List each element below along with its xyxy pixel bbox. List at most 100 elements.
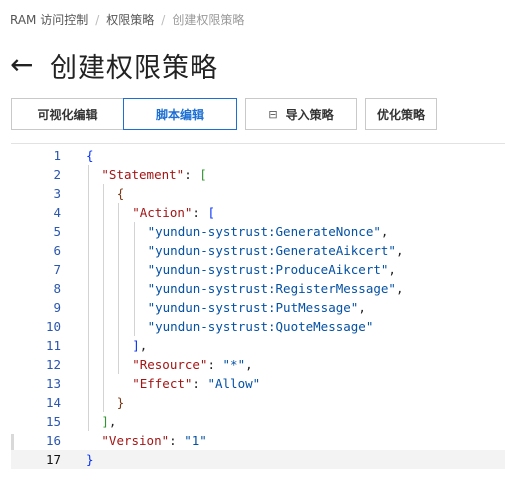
code-text: { (86, 146, 94, 165)
code-token: } (86, 452, 94, 467)
line-number: 16 (45, 433, 61, 448)
line-number: 8 (53, 281, 61, 296)
code-token: "yundun-systrust:PutMessage" (147, 300, 359, 315)
line-number: 17 (45, 452, 61, 467)
page-title: 创建权限策略 (50, 52, 218, 84)
code-token: [ (207, 205, 215, 220)
code-text: "yundun-systrust:PutMessage", (148, 298, 366, 317)
tab-visual-editor[interactable]: 可视化编辑 (11, 98, 124, 130)
line-number: 12 (45, 357, 61, 372)
indent-guide (118, 203, 119, 374)
line-number: 5 (53, 224, 61, 239)
code-text: "yundun-systrust:RegisterMessage", (148, 279, 404, 298)
code-line[interactable]: 15], (11, 412, 505, 431)
code-text: "Statement": [ (101, 165, 206, 184)
code-token: , (358, 300, 366, 315)
code-line[interactable]: 7 "yundun-systrust:ProduceAikcert", (11, 260, 505, 279)
code-token: : (192, 205, 208, 220)
code-token: : (192, 376, 208, 391)
code-token: "Effect" (132, 376, 193, 391)
code-text: { (117, 184, 125, 203)
code-token: "Allow" (207, 376, 261, 391)
indent-guide (88, 165, 89, 431)
code-line[interactable]: 5 "yundun-systrust:GenerateNonce", (11, 222, 505, 241)
breadcrumb-item-ram[interactable]: RAM 访问控制 (10, 13, 88, 27)
code-text: "yundun-systrust:GenerateAikcert", (148, 241, 404, 260)
code-line[interactable]: 1{ (11, 146, 505, 165)
code-token: ] (101, 414, 109, 429)
code-line[interactable]: 12 "Resource": "*", (11, 355, 505, 374)
code-text: "yundun-systrust:QuoteMessage" (148, 317, 374, 336)
code-text: "Version": "1" (101, 431, 206, 450)
page-header: ← 创建权限策略 (10, 45, 218, 85)
code-token: , (395, 281, 404, 296)
code-line[interactable]: 9 "yundun-systrust:PutMessage", (11, 298, 505, 317)
code-token: : (207, 357, 223, 372)
code-line[interactable]: 10 "yundun-systrust:QuoteMessage" (11, 317, 505, 336)
breadcrumb-item-policies[interactable]: 权限策略 (106, 13, 154, 27)
code-line[interactable]: 16 "Version": "1" (11, 431, 505, 450)
line-number: 7 (53, 262, 61, 277)
code-text: ], (132, 336, 147, 355)
optimize-policy-button[interactable]: 优化策略 (365, 98, 437, 130)
line-number: 1 (53, 148, 61, 163)
import-icon: ⊟ (268, 107, 278, 121)
code-token: "yundun-systrust:QuoteMessage" (147, 319, 374, 334)
code-token: "Action" (132, 205, 193, 220)
indent-guide (103, 184, 104, 412)
tab-script-editor[interactable]: 脚本编辑 (123, 98, 237, 130)
breadcrumb-separator: / (161, 13, 166, 27)
code-token: "Resource" (132, 357, 208, 372)
code-token: , (395, 243, 404, 258)
import-policy-button[interactable]: ⊟ 导入策略 (245, 98, 357, 130)
tab-visual-editor-label: 可视化编辑 (37, 107, 98, 122)
code-token: { (86, 148, 94, 163)
code-text: } (117, 393, 125, 412)
breadcrumb: RAM 访问控制 / 权限策略 / 创建权限策略 (10, 11, 244, 28)
code-token: } (116, 395, 125, 410)
code-token: , (388, 262, 396, 277)
breadcrumb-item-current: 创建权限策略 (172, 13, 245, 27)
code-text: "yundun-systrust:GenerateNonce", (148, 222, 389, 241)
code-token: : (184, 167, 200, 182)
code-text: "Action": [ (132, 203, 215, 222)
code-token: ] (132, 338, 140, 353)
code-token: "yundun-systrust:ProduceAikcert" (147, 262, 389, 277)
code-line[interactable]: 2 "Statement": [ (11, 165, 505, 184)
line-number: 10 (45, 319, 61, 334)
code-line[interactable]: 8 "yundun-systrust:RegisterMessage", (11, 279, 505, 298)
code-line[interactable]: 11], (11, 336, 505, 355)
code-token: , (108, 414, 117, 429)
code-line[interactable]: 4 "Action": [ (11, 203, 505, 222)
code-line[interactable]: 17} (11, 450, 505, 469)
code-editor[interactable]: 1{2 "Statement": [3{4 "Action": [5 "yundun-… (11, 143, 505, 491)
code-lines: 1{2 "Statement": [3{4 "Action": [5 "yundun-… (11, 146, 505, 469)
code-line[interactable]: 13 "Effect": "Allow" (11, 374, 505, 393)
line-number: 13 (45, 376, 61, 391)
code-token: "Version" (101, 433, 170, 448)
breadcrumb-separator: / (95, 13, 100, 27)
code-token: , (380, 224, 389, 239)
line-number: 2 (53, 167, 61, 182)
code-token: : (169, 433, 185, 448)
code-line[interactable]: 3{ (11, 184, 505, 203)
line-number: 14 (45, 395, 61, 410)
indent-guide (134, 222, 135, 336)
optimize-policy-label: 优化策略 (376, 107, 425, 122)
code-text: ], (101, 412, 116, 431)
code-token: "1" (184, 433, 207, 448)
code-text: } (86, 450, 94, 469)
code-token: , (245, 357, 253, 372)
line-number: 3 (53, 186, 61, 201)
code-token: [ (199, 167, 207, 182)
code-text: "Resource": "*", (132, 355, 252, 374)
code-line[interactable]: 14} (11, 393, 505, 412)
line-number: 15 (45, 414, 61, 429)
line-number: 11 (45, 338, 61, 353)
code-token: "yundun-systrust:GenerateAikcert" (147, 243, 396, 258)
import-policy-label: 导入策略 (285, 107, 334, 122)
code-line[interactable]: 6 "yundun-systrust:GenerateAikcert", (11, 241, 505, 260)
back-arrow-icon[interactable]: ← (10, 51, 44, 79)
line-number: 6 (53, 243, 61, 258)
code-token: "yundun-systrust:RegisterMessage" (147, 281, 396, 296)
